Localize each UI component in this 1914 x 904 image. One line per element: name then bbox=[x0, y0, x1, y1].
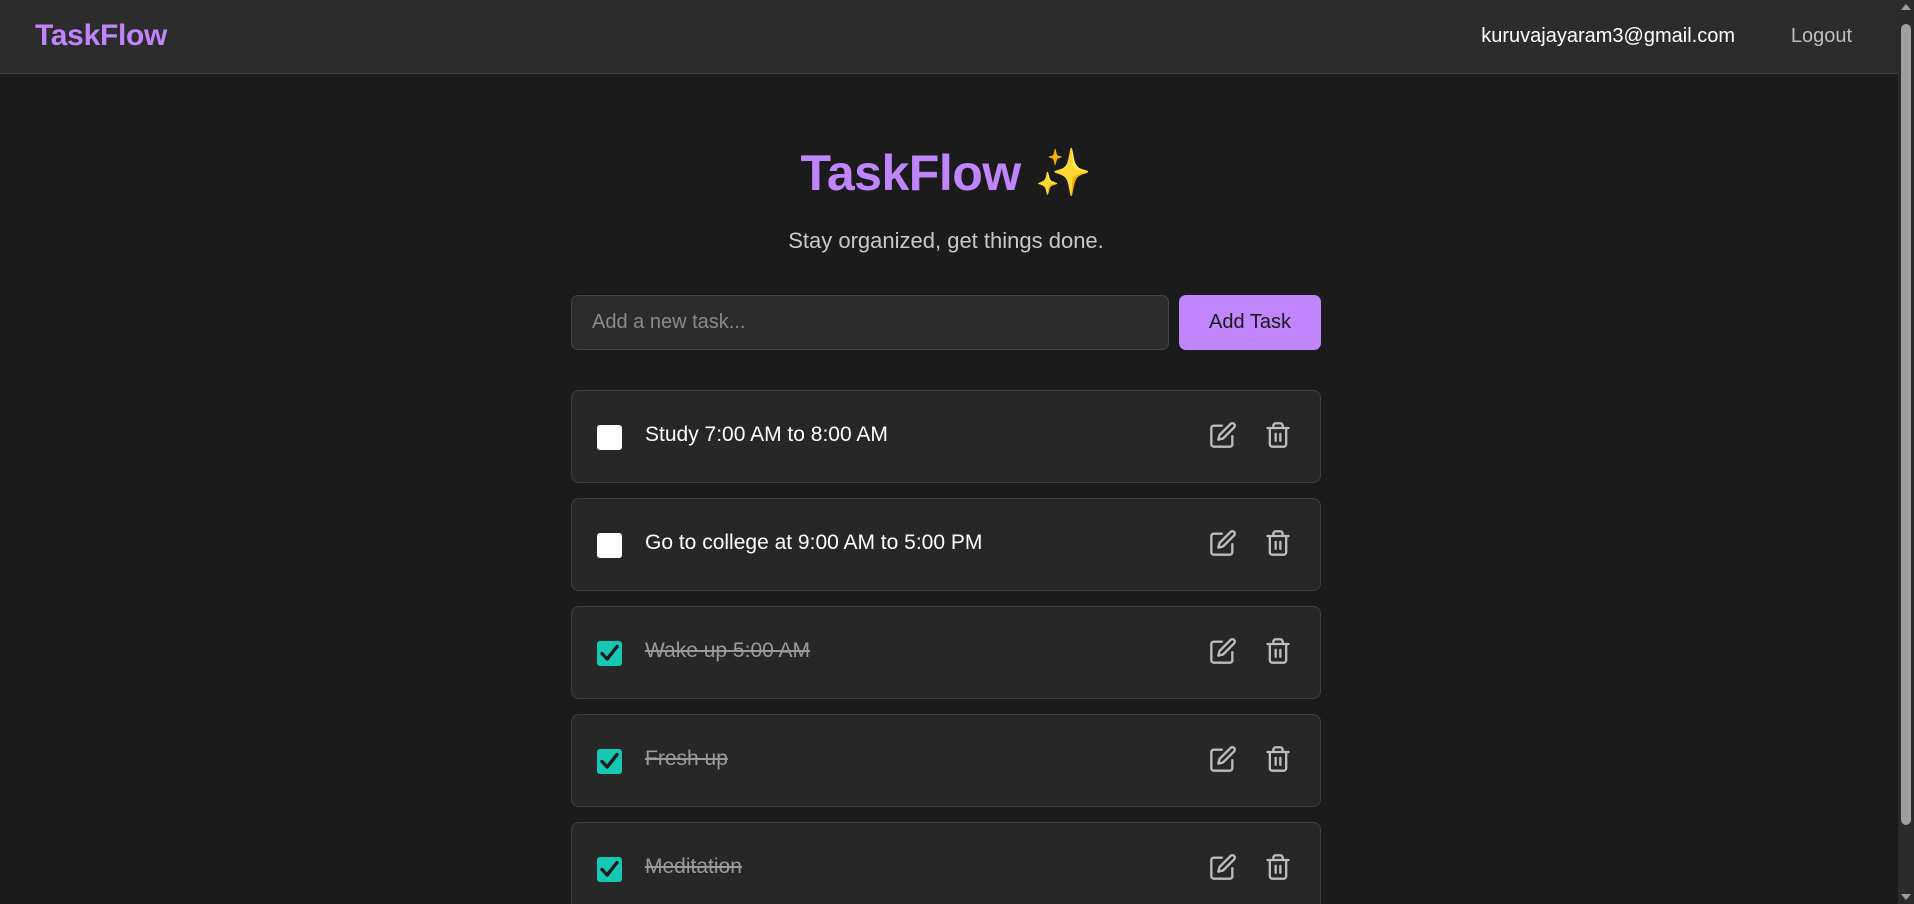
app-window: TaskFlow kuruvajayaram3@gmail.com Logout… bbox=[0, 0, 1914, 904]
scroll-down-arrow-icon[interactable] bbox=[1901, 894, 1911, 900]
page-subtitle: Stay organized, get things done. bbox=[788, 228, 1104, 253]
scrollbar-thumb[interactable] bbox=[1901, 24, 1911, 825]
task-checkbox[interactable] bbox=[597, 857, 622, 882]
delete-task-button[interactable] bbox=[1264, 637, 1292, 665]
page-title-text: TaskFlow bbox=[800, 145, 1022, 201]
top-navbar: TaskFlow kuruvajayaram3@gmail.com Logout bbox=[0, 0, 1898, 74]
task-item: Wake up 5:00 AM bbox=[571, 606, 1321, 699]
trash-icon bbox=[1266, 530, 1290, 556]
task-text: Fresh up bbox=[645, 747, 728, 770]
check-icon bbox=[600, 644, 619, 661]
new-task-input[interactable] bbox=[571, 295, 1169, 350]
scroll-up-arrow-icon[interactable] bbox=[1901, 4, 1911, 10]
brand-logo[interactable]: TaskFlow bbox=[35, 19, 167, 53]
trash-icon bbox=[1266, 746, 1290, 772]
edit-task-button[interactable] bbox=[1209, 745, 1237, 773]
delete-task-button[interactable] bbox=[1264, 421, 1292, 449]
delete-task-button[interactable] bbox=[1264, 853, 1292, 881]
task-checkbox[interactable] bbox=[597, 641, 622, 666]
task-text: Go to college at 9:00 AM to 5:00 PM bbox=[645, 531, 983, 554]
delete-task-button[interactable] bbox=[1264, 745, 1292, 773]
edit-icon bbox=[1210, 422, 1236, 448]
edit-icon bbox=[1210, 638, 1236, 664]
logout-button[interactable]: Logout bbox=[1791, 25, 1852, 48]
scrollbar[interactable] bbox=[1898, 0, 1914, 904]
trash-icon bbox=[1266, 638, 1290, 664]
user-email: kuruvajayaram3@gmail.com bbox=[1481, 25, 1735, 47]
task-item: Meditation bbox=[571, 822, 1321, 904]
task-item: Study 7:00 AM to 8:00 AM bbox=[571, 390, 1321, 483]
trash-icon bbox=[1266, 854, 1290, 880]
task-item: Fresh up bbox=[571, 714, 1321, 807]
task-checkbox[interactable] bbox=[597, 533, 622, 558]
edit-task-button[interactable] bbox=[1209, 529, 1237, 557]
page-title: TaskFlow ✨ bbox=[571, 144, 1321, 202]
edit-icon bbox=[1210, 854, 1236, 880]
add-task-button[interactable]: Add Task bbox=[1179, 295, 1321, 350]
task-text: Meditation bbox=[645, 855, 742, 878]
check-icon bbox=[600, 860, 619, 877]
task-list: Study 7:00 AM to 8:00 AM Go to college a… bbox=[571, 390, 1321, 904]
task-checkbox[interactable] bbox=[597, 425, 622, 450]
edit-icon bbox=[1210, 746, 1236, 772]
edit-icon bbox=[1210, 530, 1236, 556]
task-checkbox[interactable] bbox=[597, 749, 622, 774]
edit-task-button[interactable] bbox=[1209, 637, 1237, 665]
edit-task-button[interactable] bbox=[1209, 421, 1237, 449]
task-item: Go to college at 9:00 AM to 5:00 PM bbox=[571, 498, 1321, 591]
edit-task-button[interactable] bbox=[1209, 853, 1237, 881]
delete-task-button[interactable] bbox=[1264, 529, 1292, 557]
task-text: Wake up 5:00 AM bbox=[645, 639, 810, 662]
check-icon bbox=[600, 752, 619, 769]
task-text: Study 7:00 AM to 8:00 AM bbox=[645, 423, 888, 446]
sparkle-icon: ✨ bbox=[1034, 146, 1092, 198]
trash-icon bbox=[1266, 422, 1290, 448]
